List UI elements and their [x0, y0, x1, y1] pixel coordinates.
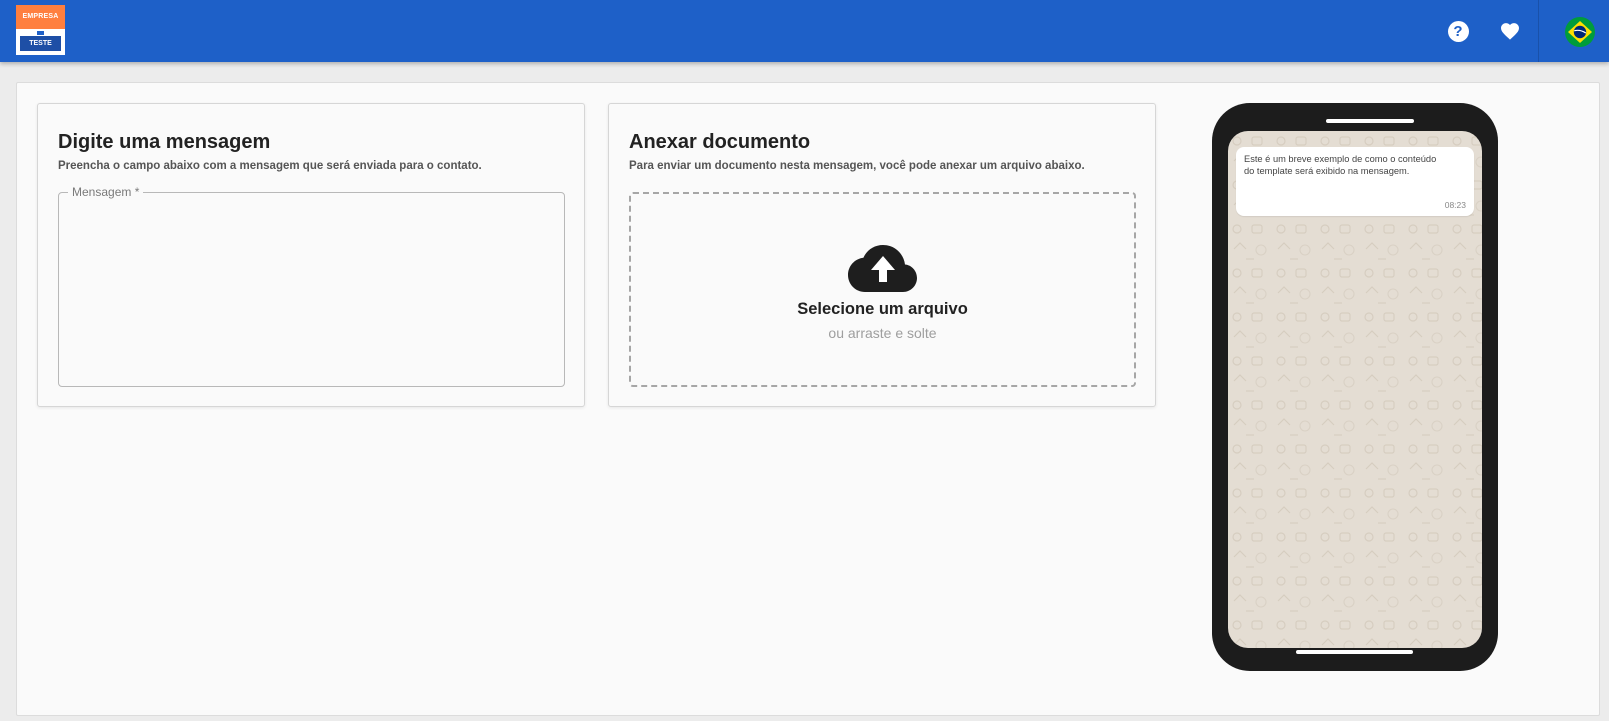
chat-screen: Este é um breve exemplo de como o conteú… — [1228, 131, 1482, 648]
logo-bottom-text: TESTE — [20, 36, 61, 51]
header-divider — [1538, 0, 1539, 62]
phone-home-indicator — [1296, 650, 1413, 654]
question-circle-icon: ? — [1447, 20, 1469, 42]
favorites-button[interactable] — [1499, 20, 1521, 42]
message-field-label: Mensagem * — [68, 185, 144, 199]
message-card-title: Digite uma mensagem — [58, 131, 271, 153]
brazil-flag-icon — [1565, 17, 1595, 47]
language-selector[interactable] — [1565, 17, 1595, 47]
dropzone-subtitle: ou arraste e solte — [828, 325, 937, 341]
top-navbar: EMPRESA TESTE ? — [0, 0, 1609, 62]
main-container: Digite uma mensagem Preencha o campo aba… — [16, 82, 1600, 716]
file-dropzone[interactable]: Selecione um arquivo ou arraste e solte — [629, 192, 1136, 387]
message-bubble: Este é um breve exemplo de como o conteú… — [1236, 147, 1474, 216]
company-logo[interactable]: EMPRESA TESTE — [16, 5, 65, 55]
message-textarea[interactable]: Mensagem * — [58, 185, 565, 387]
heart-icon — [1501, 23, 1519, 40]
preview-message-text: Este é um breve exemplo de como o conteú… — [1244, 154, 1437, 176]
phone-speaker — [1326, 119, 1414, 123]
logo-top-text: EMPRESA — [16, 5, 65, 29]
dropzone-title: Selecione um arquivo — [797, 300, 968, 318]
message-card-subtitle: Preencha o campo abaixo com a mensagem q… — [58, 160, 482, 172]
document-card-subtitle: Para enviar um documento nesta mensagem,… — [629, 160, 1085, 172]
document-card: Anexar documento Para enviar um document… — [608, 103, 1156, 407]
message-timestamp: 08:23 — [1444, 200, 1466, 210]
message-card: Digite uma mensagem Preencha o campo aba… — [37, 103, 585, 407]
logo-separator — [37, 31, 44, 35]
help-button[interactable]: ? — [1447, 20, 1469, 42]
cloud-upload-icon — [848, 245, 917, 292]
document-card-title: Anexar documento — [629, 131, 811, 153]
phone-preview: Este é um breve exemplo de como o conteú… — [1212, 103, 1498, 671]
